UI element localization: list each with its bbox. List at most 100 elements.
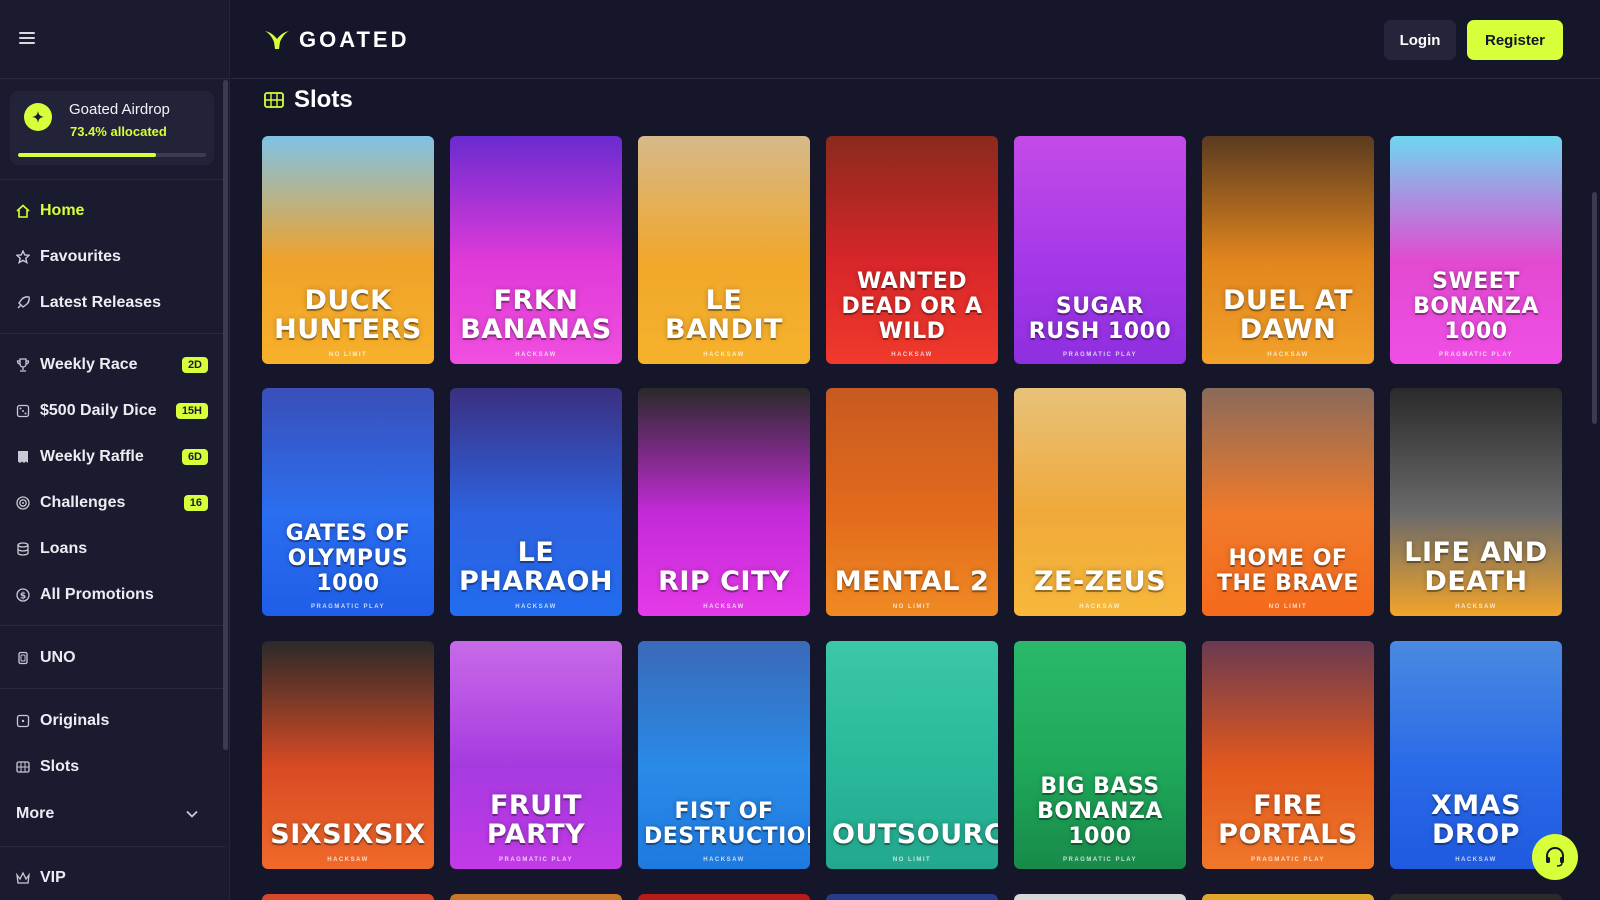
sidebar-item-label: All Promotions xyxy=(40,586,154,603)
airdrop-card[interactable]: ✦ Goated Airdrop 73.4% allocated xyxy=(10,91,214,165)
count-badge: 16 xyxy=(183,495,208,511)
game-card-partial[interactable] xyxy=(262,894,434,900)
sidebar-item-label: Challenges xyxy=(40,494,126,511)
game-card[interactable]: Fist of Destruction HACKSAW xyxy=(638,641,810,869)
game-provider: PRAGMATIC PLAY xyxy=(310,604,385,610)
game-card-partial[interactable] xyxy=(1014,894,1186,900)
sidebar-item-slots[interactable]: Slots xyxy=(0,748,222,786)
goat-logo-icon xyxy=(265,31,289,49)
sidebar-item-challenges[interactable]: Challenges 16 xyxy=(0,484,222,522)
game-provider: HACKSAW xyxy=(1079,604,1121,610)
crown-icon xyxy=(16,871,30,885)
sidebar-item-label: Home xyxy=(40,202,85,219)
chevron-down-icon xyxy=(186,807,198,821)
game-card[interactable]: Big Bass Bonanza 1000 PRAGMATIC PLAY xyxy=(1014,641,1186,869)
game-provider: HACKSAW xyxy=(515,604,557,610)
sidebar-item-loans[interactable]: Loans xyxy=(0,530,222,568)
sidebar-scrollbar[interactable] xyxy=(223,80,228,750)
sidebar-divider xyxy=(0,688,226,689)
sidebar-divider xyxy=(0,625,226,626)
sidebar-item-vip[interactable]: VIP xyxy=(0,859,222,897)
game-provider: HACKSAW xyxy=(703,352,745,358)
game-title: FRKN Bananas xyxy=(460,285,612,345)
sidebar-item-favourites[interactable]: Favourites xyxy=(0,238,222,276)
game-title: Sweet Bonanza 1000 xyxy=(1413,269,1539,344)
game-card[interactable]: Fire Portals PRAGMATIC PLAY xyxy=(1202,641,1374,869)
game-card[interactable]: Wanted Dead or a Wild HACKSAW xyxy=(826,136,998,364)
sidebar-divider xyxy=(0,333,226,334)
sidebar-item-label: UNO xyxy=(40,649,76,666)
game-card[interactable]: Rip City HACKSAW xyxy=(638,388,810,616)
originals-icon xyxy=(16,714,30,728)
game-title: Home of the Brave xyxy=(1217,546,1359,596)
sidebar-item-weekly-raffle[interactable]: Weekly Raffle 6D xyxy=(0,438,222,476)
sidebar-header xyxy=(0,0,229,79)
game-card[interactable]: Duck Hunters NO LIMIT xyxy=(262,136,434,364)
sidebar-item-uno[interactable]: UNO xyxy=(0,639,222,677)
headset-icon xyxy=(1546,846,1564,867)
sidebar-item-label: Weekly Race xyxy=(40,356,138,373)
game-provider: HACKSAW xyxy=(327,857,369,863)
game-card[interactable]: Outsourced NO LIMIT xyxy=(826,641,998,869)
sidebar-item-originals[interactable]: Originals xyxy=(0,702,222,740)
sidebar-item-label: VIP xyxy=(40,869,66,886)
game-title: Sugar Rush 1000 xyxy=(1028,294,1172,344)
game-card-partial[interactable] xyxy=(450,894,622,900)
sidebar-item-label: $500 Daily Dice xyxy=(40,402,157,419)
rocket-icon xyxy=(16,296,30,310)
game-card[interactable]: Sixsixsix HACKSAW xyxy=(262,641,434,869)
game-provider: NO LIMIT xyxy=(1268,604,1308,610)
sidebar-divider xyxy=(0,846,226,847)
game-card[interactable]: Sweet Bonanza 1000 PRAGMATIC PLAY xyxy=(1390,136,1562,364)
sidebar-item-label: Weekly Raffle xyxy=(40,448,144,465)
game-provider: HACKSAW xyxy=(703,604,745,610)
game-card[interactable]: Le Pharaoh HACKSAW xyxy=(450,388,622,616)
game-title: Le Pharaoh xyxy=(458,537,614,597)
game-card[interactable]: Ze-Zeus HACKSAW xyxy=(1014,388,1186,616)
sidebar-item-home[interactable]: Home xyxy=(0,192,222,230)
sidebar-item-daily-dice[interactable]: $500 Daily Dice 15H xyxy=(0,392,222,430)
countdown-badge: 6D xyxy=(181,449,208,465)
airdrop-title: Goated Airdrop xyxy=(69,101,170,118)
game-card-partial[interactable] xyxy=(1390,894,1562,900)
sidebar-item-weekly-race[interactable]: Weekly Race 2D xyxy=(0,346,222,384)
game-card[interactable]: Le Bandit HACKSAW xyxy=(638,136,810,364)
register-button[interactable]: Register xyxy=(1467,20,1563,60)
game-card-partial[interactable] xyxy=(638,894,810,900)
game-title: Duel at Dawn xyxy=(1222,285,1354,345)
brand-logo[interactable]: GOATED xyxy=(263,27,409,53)
game-card[interactable]: Gates of Olympus 1000 PRAGMATIC PLAY xyxy=(262,388,434,616)
star-icon xyxy=(16,250,30,264)
game-card-partial[interactable] xyxy=(1202,894,1374,900)
main-scrollbar[interactable] xyxy=(1592,192,1597,424)
game-card[interactable]: Life and Death HACKSAW xyxy=(1390,388,1562,616)
support-chat-button[interactable] xyxy=(1532,834,1578,880)
game-card[interactable]: Duel at Dawn HACKSAW xyxy=(1202,136,1374,364)
slots-icon xyxy=(264,92,284,108)
sidebar-item-more[interactable]: More xyxy=(0,795,222,833)
game-provider: PRAGMATIC PLAY xyxy=(1438,352,1513,358)
page-title: Slots xyxy=(294,86,353,113)
game-card[interactable]: FRKN Bananas HACKSAW xyxy=(450,136,622,364)
game-card[interactable]: Mental 2 NO LIMIT xyxy=(826,388,998,616)
sidebar-item-all-promotions[interactable]: $ All Promotions xyxy=(0,576,222,614)
login-button[interactable]: Login xyxy=(1384,20,1456,60)
game-card[interactable]: Sugar Rush 1000 PRAGMATIC PLAY xyxy=(1014,136,1186,364)
airdrop-progress-bar xyxy=(18,153,206,157)
sidebar-item-latest-releases[interactable]: Latest Releases xyxy=(0,284,222,322)
game-card[interactable]: Home of the Brave NO LIMIT xyxy=(1202,388,1374,616)
airdrop-progress-fill xyxy=(18,153,156,157)
game-provider: HACKSAW xyxy=(1455,604,1497,610)
game-title: Gates of Olympus 1000 xyxy=(285,521,411,596)
game-title: Xmas Drop xyxy=(1430,790,1522,850)
sidebar-item-label: Favourites xyxy=(40,248,121,265)
game-card[interactable]: Fruit Party PRAGMATIC PLAY xyxy=(450,641,622,869)
svg-text:$: $ xyxy=(20,592,26,602)
hamburger-menu-icon[interactable] xyxy=(19,32,35,45)
game-title: Fire Portals xyxy=(1218,790,1358,850)
sidebar-item-label: Originals xyxy=(40,712,110,729)
game-card-partial[interactable] xyxy=(826,894,998,900)
game-card[interactable]: Xmas Drop HACKSAW xyxy=(1390,641,1562,869)
game-provider: PRAGMATIC PLAY xyxy=(498,857,573,863)
game-title: Ze-Zeus xyxy=(1033,566,1167,597)
